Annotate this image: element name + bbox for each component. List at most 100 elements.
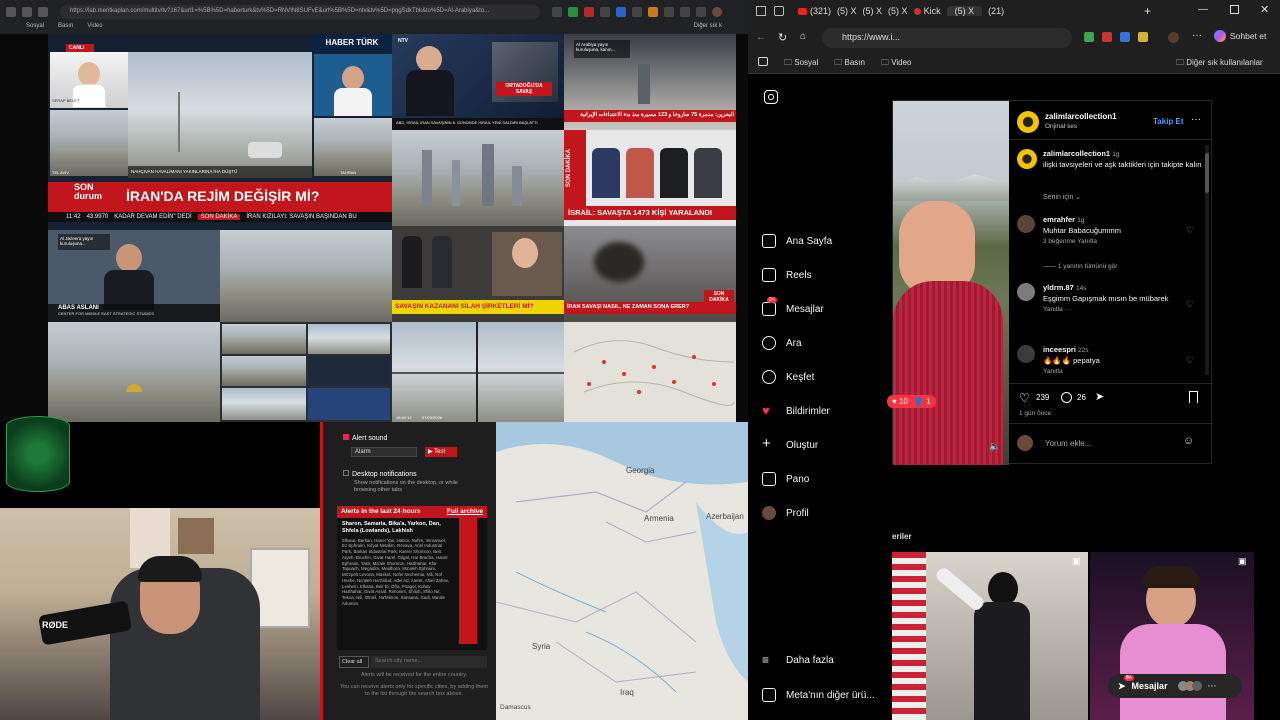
url-input[interactable]: https://www.i... bbox=[822, 28, 1072, 48]
close-icon[interactable]: ✕ bbox=[1260, 3, 1269, 16]
tab-x-active[interactable]: (5) X bbox=[946, 6, 983, 16]
share-icon[interactable]: ➤ bbox=[1095, 390, 1104, 403]
nav-home[interactable]: Ana Sayfa bbox=[762, 234, 832, 248]
profile-avatar-icon[interactable] bbox=[712, 7, 722, 17]
bookmark-sosyal[interactable]: 🗀 Sosyal bbox=[784, 57, 818, 71]
extension-icon[interactable] bbox=[1120, 32, 1130, 42]
nav-meta[interactable]: Meta'nın diğer ürü... bbox=[762, 688, 875, 702]
nav-dashboard[interactable]: Pano bbox=[762, 472, 809, 486]
back-icon[interactable]: ← bbox=[756, 32, 766, 43]
al-arabiya-stream[interactable]: Al Arabiya yayın kuruluşuna, kanın... ال… bbox=[564, 34, 736, 130]
comment-avatar[interactable] bbox=[1017, 345, 1035, 363]
extension-icon[interactable] bbox=[616, 7, 626, 17]
comment-input[interactable]: Yorum ekle... bbox=[1045, 439, 1091, 448]
for-you-dropdown[interactable]: Senin için ⌄ bbox=[1043, 193, 1081, 201]
save-icon[interactable] bbox=[1189, 391, 1198, 403]
region-map[interactable]: Georgia Armenia Azerbaijan Syria Iraq Da… bbox=[496, 422, 748, 720]
caption-avatar[interactable] bbox=[1017, 149, 1037, 169]
jerusalem-cam[interactable] bbox=[48, 322, 220, 422]
bookmark-video[interactable]: Video bbox=[87, 23, 102, 31]
tab-x-2[interactable]: (5) X bbox=[863, 6, 883, 16]
comment-like-icon[interactable]: ♡ bbox=[1186, 355, 1194, 366]
meeting-stream[interactable]: SAVAŞIN KAZANANI SİLAH ŞİRKETLERİ Mİ? bbox=[392, 226, 564, 322]
minimize-icon[interactable]: — bbox=[1198, 4, 1208, 15]
reel-video[interactable]: 🔈 bbox=[893, 101, 1009, 465]
test-button[interactable]: ▶ Test bbox=[425, 447, 457, 457]
tab-groups-icon[interactable] bbox=[758, 57, 768, 66]
post-author[interactable]: zalimlarcollection1 bbox=[1045, 112, 1117, 121]
more-menu-icon[interactable]: ··· bbox=[1192, 30, 1202, 41]
tab-youtube[interactable]: (321) bbox=[798, 6, 831, 16]
panel-stream[interactable]: SON DAKİKA İSRAİL: SAVAŞTA 1473 KİŞİ YAR… bbox=[564, 130, 736, 226]
instagram-logo-icon[interactable] bbox=[764, 90, 778, 104]
tab-list-icon[interactable] bbox=[774, 6, 784, 16]
comment-more-icon[interactable]: ··· bbox=[1065, 306, 1072, 313]
extension-icon[interactable] bbox=[664, 7, 674, 17]
tab-x-1[interactable]: (5) X bbox=[837, 6, 857, 16]
other-bookmarks[interactable]: 🗀 Diğer sık kullanılanlar bbox=[1176, 57, 1263, 71]
city-cam[interactable] bbox=[220, 230, 392, 322]
tab-kick[interactable]: Kick bbox=[913, 6, 941, 16]
extension-icon[interactable] bbox=[1102, 32, 1112, 42]
extension-icon[interactable] bbox=[648, 7, 658, 17]
nav-notifications[interactable]: ♥ Bildirimler bbox=[762, 404, 830, 418]
bookmark-basin[interactable]: Basın bbox=[58, 23, 73, 31]
comment-like-icon[interactable]: ♡ bbox=[1186, 299, 1194, 310]
haberturk-stream[interactable]: CANLI SERAP BELET NAHÇIVAN HAVALİMANI YA… bbox=[48, 34, 392, 230]
more-options-icon[interactable]: ··· bbox=[1191, 114, 1201, 125]
like-icon[interactable]: ♡ bbox=[1019, 391, 1030, 405]
tab-x-3[interactable]: (5) X bbox=[888, 6, 908, 16]
extension-icon[interactable] bbox=[1138, 32, 1148, 42]
al-jazeera-stream[interactable]: Al Jazeera yayın kuruluşuna... ABAS ASLA… bbox=[48, 230, 220, 322]
bookmark-video[interactable]: 🗀 Video bbox=[881, 57, 912, 71]
full-archive-link[interactable]: Full archive bbox=[447, 508, 483, 515]
tab-actions-icon[interactable] bbox=[756, 6, 766, 16]
road-cams-grid[interactable]: 16:42:12 07/03/2026 bbox=[392, 322, 564, 422]
extension-icon[interactable] bbox=[632, 7, 642, 17]
home-icon[interactable]: ⌂ bbox=[800, 31, 806, 42]
extension-icon[interactable] bbox=[600, 7, 610, 17]
comment-avatar[interactable] bbox=[1017, 283, 1035, 301]
refresh-icon[interactable]: ↻ bbox=[778, 31, 787, 44]
post-audio[interactable]: Orijinal ses bbox=[1045, 123, 1077, 130]
clear-all-button[interactable]: Clear all bbox=[339, 656, 369, 668]
city-search-input[interactable]: Search city name... bbox=[371, 656, 487, 668]
bookmark-other[interactable]: Diğer sık k bbox=[694, 23, 722, 31]
extension-icon[interactable] bbox=[680, 7, 690, 17]
alert-map-mini[interactable] bbox=[564, 322, 736, 422]
sound-select[interactable]: Alarm bbox=[351, 447, 417, 457]
comments-scrollbar[interactable] bbox=[1205, 145, 1209, 375]
emoji-icon[interactable]: ☺ bbox=[1183, 435, 1194, 447]
nav-profile[interactable]: Profil bbox=[762, 506, 809, 520]
extension-icon[interactable] bbox=[552, 7, 562, 17]
view-replies-link[interactable]: —— 1 yanıtın tümünü gör bbox=[1043, 263, 1117, 270]
nav-more[interactable]: ≡ Daha fazla bbox=[762, 654, 834, 666]
nav-reels[interactable]: Reels bbox=[762, 268, 812, 282]
nav-messages[interactable]: 9+ Mesajlar bbox=[762, 297, 824, 316]
activity-badge[interactable]: ♥ 10 👤 1 bbox=[887, 395, 936, 408]
copilot-chat-button[interactable]: Sohbet et bbox=[1214, 30, 1266, 42]
skyline-cam[interactable] bbox=[392, 130, 564, 226]
tab-x-4[interactable]: (21) bbox=[988, 6, 1004, 16]
bookmark-basin[interactable]: 🗀 Basın bbox=[834, 57, 865, 71]
profile-avatar-icon[interactable] bbox=[1168, 32, 1179, 43]
extension-icon[interactable] bbox=[568, 7, 578, 17]
home-icon[interactable] bbox=[38, 7, 48, 17]
war-footage-stream[interactable]: İRAN SAVAŞI NASIL, NE ZAMAN SONA ERER? S… bbox=[564, 226, 736, 322]
nav-search[interactable]: Ara bbox=[762, 336, 802, 350]
small-cams-grid[interactable] bbox=[220, 322, 392, 422]
comment-like-icon[interactable]: ♡ bbox=[1186, 225, 1194, 236]
bookmark-sosyal[interactable]: Sosyal bbox=[26, 23, 44, 31]
messages-pill[interactable]: ➤ 9+ Mesajlar ··· bbox=[1108, 674, 1242, 698]
extension-icon[interactable] bbox=[584, 7, 594, 17]
nav-create[interactable]: + Oluştur bbox=[762, 436, 818, 452]
comment-icon[interactable] bbox=[1061, 392, 1072, 403]
mute-icon[interactable]: 🔈 bbox=[989, 441, 1000, 452]
extension-icon[interactable] bbox=[696, 7, 706, 17]
back-icon[interactable] bbox=[6, 7, 16, 17]
ntv-stream[interactable]: NTV ORTADOĞU'DA SAVAŞ ABD, İSRAİL İRAN S… bbox=[392, 34, 564, 130]
post-thumbnail[interactable]: ▣ bbox=[892, 552, 1088, 720]
author-avatar[interactable] bbox=[1017, 111, 1039, 133]
left-url-bar[interactable]: https://lab.meritkaplan.com/multitv/tv?1… bbox=[60, 5, 540, 19]
maximize-icon[interactable] bbox=[1230, 5, 1239, 14]
